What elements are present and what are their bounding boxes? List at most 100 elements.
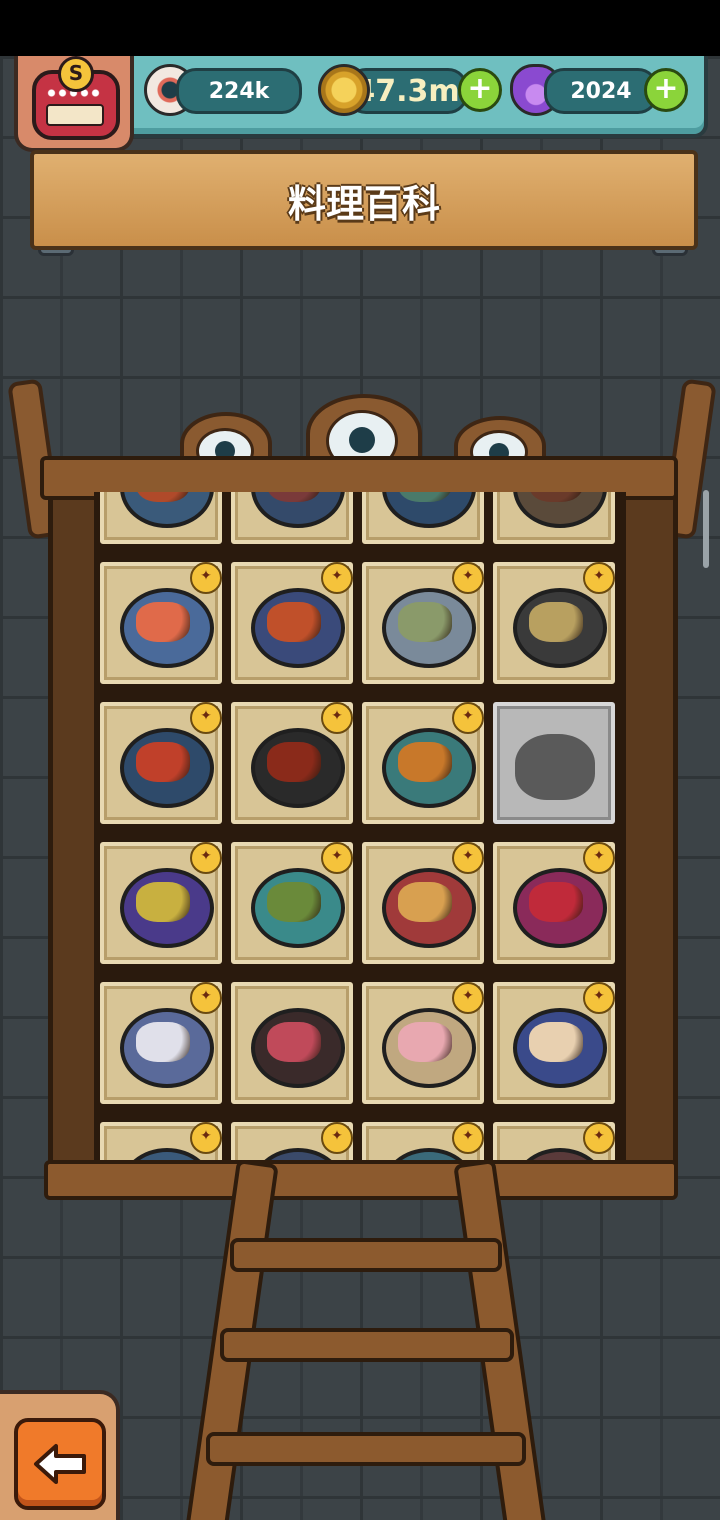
locked-dish-silhouette	[515, 734, 595, 800]
potion-count-value: 2024	[570, 78, 632, 104]
dish-food	[398, 602, 452, 642]
recipe-tile[interactable]: ✦	[231, 842, 353, 964]
dish-food	[398, 492, 452, 502]
coin-count-value: 47.3m	[354, 73, 460, 109]
back-arrow-icon	[34, 1444, 86, 1484]
dish-food	[267, 492, 321, 502]
recipe-tile[interactable]: ✦	[493, 842, 615, 964]
page-title: 料理百科	[287, 181, 440, 226]
dish-image	[120, 728, 214, 808]
dish-image	[382, 492, 476, 528]
recipe-tile[interactable]	[493, 492, 615, 544]
add-coins-button[interactable]: +	[458, 68, 502, 112]
recipe-tile[interactable]: ✦	[100, 982, 222, 1104]
recipe-tile[interactable]: ✦	[100, 1122, 222, 1162]
plus-icon: +	[653, 71, 679, 106]
dish-food	[529, 602, 583, 642]
crown-icon: ✦	[190, 1122, 222, 1154]
recipe-tile[interactable]	[362, 492, 484, 544]
crown-icon: ✦	[452, 982, 484, 1014]
dish-food	[267, 742, 321, 782]
dish-image	[120, 492, 214, 528]
dish-food	[398, 1022, 452, 1062]
dish-image	[513, 588, 607, 668]
dish-image	[513, 492, 607, 528]
dish-image	[382, 728, 476, 808]
eyeball-count-value: 224k	[208, 78, 270, 104]
dish-food	[267, 1022, 321, 1062]
ladder-rung	[206, 1432, 526, 1466]
dish-food	[267, 602, 321, 642]
recipe-tile[interactable]: ✦	[493, 1122, 615, 1162]
recipe-tile[interactable]	[231, 982, 353, 1104]
dish-image	[251, 728, 345, 808]
dish-food	[136, 492, 190, 502]
crown-icon: ✦	[452, 842, 484, 874]
dish-image	[382, 588, 476, 668]
dish-image	[251, 492, 345, 528]
crown-icon: ✦	[190, 842, 222, 874]
recipe-tile[interactable]: ✦	[100, 842, 222, 964]
crown-icon: ✦	[583, 842, 615, 874]
dish-image	[382, 1008, 476, 1088]
back-button[interactable]	[14, 1418, 106, 1510]
dish-food	[529, 1022, 583, 1062]
crown-icon: ✦	[452, 702, 484, 734]
dish-image	[251, 868, 345, 948]
dish-image	[251, 1008, 345, 1088]
crown-icon: ✦	[321, 1122, 353, 1154]
potion-count: 2024	[544, 68, 658, 114]
recipe-grid-viewport[interactable]: ✦ ✦ ✦ ✦ ✦ ✦ ✦ ✦ ✦ ✦ ✦ ✦ ✦ ✦ ✦ ✦ ✦ ✦	[94, 492, 626, 1162]
crown-icon: ✦	[321, 702, 353, 734]
title-plank: 料理百科	[30, 150, 698, 250]
dish-image	[382, 868, 476, 948]
dish-image	[120, 868, 214, 948]
rank-letter: S	[58, 56, 94, 92]
recipe-tile[interactable]: ✦	[362, 842, 484, 964]
status-bar	[0, 0, 720, 56]
recipe-tile[interactable]: ✦	[231, 1122, 353, 1162]
coin-icon	[318, 64, 370, 116]
cabinet-bottom-beam	[44, 1160, 678, 1200]
dish-image	[513, 1008, 607, 1088]
recipe-tile[interactable]: ✦	[362, 1122, 484, 1162]
recipe-tile[interactable]: ✦	[231, 562, 353, 684]
dish-food	[267, 882, 321, 922]
dish-food	[136, 742, 190, 782]
crown-icon: ✦	[321, 562, 353, 594]
crown-icon: ✦	[321, 842, 353, 874]
recipe-tile[interactable]: ✦	[493, 982, 615, 1104]
monster-pupil-center	[349, 427, 375, 453]
eyeball-count: 224k	[176, 68, 302, 114]
recipe-tile[interactable]: ✦	[362, 562, 484, 684]
dish-food	[136, 882, 190, 922]
recipe-tile[interactable]	[231, 492, 353, 544]
crown-icon: ✦	[190, 982, 222, 1014]
recipe-tile[interactable]: ✦	[231, 702, 353, 824]
rank-badge[interactable]: S	[14, 56, 134, 152]
crown-icon: ✦	[452, 562, 484, 594]
dish-food	[398, 742, 452, 782]
crown-icon: ✦	[190, 562, 222, 594]
recipe-tile[interactable]: ✦	[362, 982, 484, 1104]
dish-image	[513, 868, 607, 948]
recipe-tile[interactable]: ✦	[362, 702, 484, 824]
crown-icon: ✦	[583, 562, 615, 594]
scrollbar[interactable]	[703, 490, 709, 568]
add-potions-button[interactable]: +	[644, 68, 688, 112]
dish-food	[136, 602, 190, 642]
recipe-tile[interactable]: ✦	[100, 562, 222, 684]
resource-bar: 224k 47.3m + 2024 +	[92, 56, 708, 138]
ladder-rung	[230, 1238, 502, 1272]
dish-food	[529, 882, 583, 922]
crown-icon: ✦	[583, 982, 615, 1014]
dish-image	[251, 588, 345, 668]
recipe-tile-locked[interactable]	[493, 702, 615, 824]
recipe-tile[interactable]: ✦	[493, 562, 615, 684]
recipe-tile[interactable]	[100, 492, 222, 544]
crown-icon: ✦	[452, 1122, 484, 1154]
plus-icon: +	[467, 71, 493, 106]
recipe-grid: ✦ ✦ ✦ ✦ ✦ ✦ ✦ ✦ ✦ ✦ ✦ ✦ ✦ ✦ ✦ ✦ ✦ ✦	[100, 492, 615, 1162]
dish-food	[136, 1022, 190, 1062]
recipe-tile[interactable]: ✦	[100, 702, 222, 824]
